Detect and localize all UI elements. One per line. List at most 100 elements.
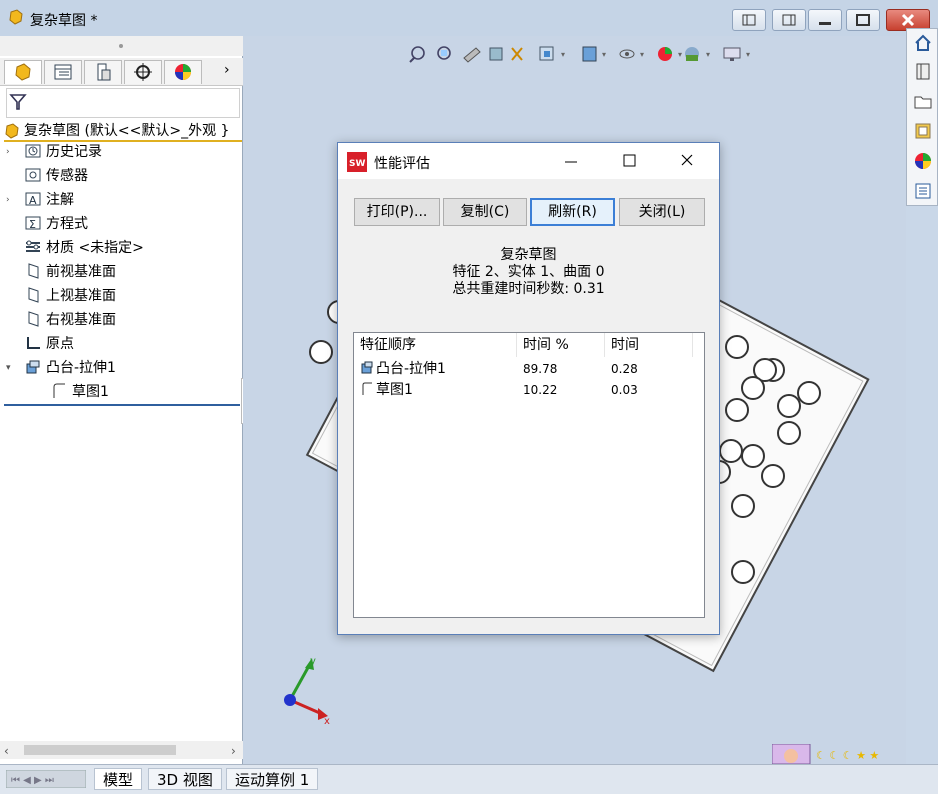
y-axis-label: y [310, 656, 316, 667]
rebuild-time: 总共重建时间秒数: 0.31 [452, 281, 605, 297]
tab-3d-view[interactable]: 3D 视图 [148, 768, 222, 790]
chevron-right-icon[interactable]: › [224, 62, 230, 78]
tree-item[interactable]: 原点 [24, 332, 74, 356]
appearances-icon[interactable] [913, 151, 933, 171]
column-header-percent[interactable]: 时间 % [517, 333, 605, 357]
tree-item-label: 右视基准面 [46, 312, 116, 328]
tree-item[interactable]: ▾ 凸台-拉伸1 [6, 356, 116, 380]
chevron-right-icon[interactable]: › [6, 188, 10, 212]
tree-item[interactable]: 右视基准面 [24, 308, 116, 332]
tile-right-button[interactable] [772, 9, 806, 31]
tree-item[interactable]: 传感器 [24, 164, 88, 188]
tab-feature-manager[interactable] [4, 60, 42, 84]
part-icon [9, 9, 23, 25]
tree-item-label: 前视基准面 [46, 264, 116, 280]
tab-model[interactable]: 模型 [94, 768, 143, 790]
tree-item[interactable]: 材质 <未指定> [24, 236, 144, 260]
equation-icon: Σ [24, 216, 46, 232]
svg-text:›: › [231, 744, 236, 758]
svg-text:⏮ ◀ ▶ ⏭: ⏮ ◀ ▶ ⏭ [11, 775, 54, 786]
table-row[interactable]: 凸台-拉伸1 89.78 0.28 [354, 358, 704, 378]
filter-icon [9, 94, 27, 110]
panel-tabs: › [0, 58, 243, 86]
crosshair-icon [134, 63, 152, 81]
view-palette-icon[interactable] [913, 121, 933, 141]
copy-button[interactable]: 复制(C) [443, 198, 527, 226]
dialog-close-button[interactable] [674, 151, 700, 171]
tab-motion-study[interactable]: 运动算例 1 [226, 768, 319, 790]
row-time: 0.28 [611, 362, 638, 376]
table-row[interactable]: 草图1 10.22 0.03 [354, 379, 704, 399]
tree-item[interactable]: › A 注解 [6, 188, 74, 212]
origin-icon [24, 336, 46, 352]
extrude-icon [24, 360, 46, 376]
tab-configuration-manager[interactable] [84, 60, 122, 84]
close-button[interactable]: 关闭(L) [619, 198, 705, 226]
column-header-feature[interactable]: 特征顺序 [354, 333, 517, 357]
dialog-maximize-button[interactable] [616, 151, 642, 171]
part-icon [5, 122, 19, 139]
tab-property-manager[interactable] [44, 60, 82, 84]
tree-item-label: 注解 [46, 192, 74, 208]
task-pane-tabs [906, 28, 938, 206]
column-header-time[interactable]: 时间 [605, 333, 693, 357]
tab-scroll-buttons[interactable]: ⏮ ◀ ▶ ⏭ [5, 769, 87, 789]
row-time: 0.03 [611, 383, 638, 397]
history-icon [24, 144, 46, 160]
tree-root[interactable]: 复杂草图 (默认<<默认>_外观 } [4, 120, 242, 142]
chevron-down-icon[interactable]: ▾ [6, 356, 11, 380]
solidworks-logo-icon: SW [347, 152, 367, 172]
property-manager-icon [54, 64, 72, 80]
tree-item[interactable]: 前视基准面 [24, 260, 116, 284]
rollback-bar[interactable] [4, 404, 240, 406]
design-library-icon[interactable] [913, 61, 933, 81]
plane-icon [24, 287, 46, 304]
custom-properties-icon[interactable] [913, 181, 933, 201]
svg-text:Σ: Σ [29, 218, 36, 231]
tree-item-label: 材质 <未指定> [46, 240, 144, 256]
tab-dimxpert-manager[interactable] [124, 60, 162, 84]
dialog-minimize-button[interactable] [558, 151, 584, 171]
tree-item-label: 原点 [46, 336, 74, 352]
restore-button[interactable] [846, 9, 880, 31]
svg-text:SW: SW [349, 159, 365, 169]
home-icon[interactable] [913, 33, 933, 53]
tree-item[interactable]: 草图1 [50, 380, 109, 404]
minimize-button[interactable] [808, 9, 842, 31]
tab-display-manager[interactable] [164, 60, 202, 84]
tree-filter[interactable] [6, 88, 240, 118]
tree-item-label: 传感器 [46, 168, 88, 184]
tree-item[interactable]: Σ 方程式 [24, 212, 88, 236]
row-percent: 89.78 [523, 362, 558, 376]
svg-text:☾ ☾ ☾ ★ ★: ☾ ☾ ☾ ★ ★ [816, 749, 879, 762]
tree-root-label: 复杂草图 (默认<<默认>_外观 } [24, 123, 230, 139]
annotation-icon: A [24, 192, 46, 208]
tree-item[interactable]: 上视基准面 [24, 284, 116, 308]
sketch-icon [50, 383, 72, 400]
tree-item-label: 方程式 [46, 216, 88, 232]
svg-text:A: A [29, 194, 37, 207]
panel-grip[interactable] [0, 36, 243, 56]
svg-text:‹: ‹ [4, 744, 9, 758]
plane-icon [24, 311, 46, 328]
tree-item[interactable]: › 历史记录 [6, 140, 102, 164]
file-explorer-icon[interactable] [913, 91, 933, 111]
tree-item-label: 草图1 [72, 384, 109, 400]
tile-left-button[interactable] [732, 9, 766, 31]
row-feature: 草图1 [376, 382, 413, 398]
feature-manager-panel: › 复杂草图 (默认<<默认>_外观 } › 历史记录传感器 › A 注解 Σ 方程式材质 … [0, 36, 243, 764]
plane-icon [24, 263, 46, 280]
status-decoration: ☾ ☾ ☾ ★ ★ [771, 743, 892, 765]
feature-manager-icon [15, 63, 31, 81]
dialog-title: 性能评估 [374, 156, 430, 172]
tree-item-label: 历史记录 [46, 144, 102, 160]
tree-item-label: 凸台-拉伸1 [46, 360, 116, 376]
performance-table: 特征顺序 时间 % 时间 凸台-拉伸1 89.78 0.28 草图1 10.22… [353, 332, 705, 618]
dialog-title-bar: SW 性能评估 [338, 143, 719, 179]
print-button[interactable]: 打印(P)... [354, 198, 440, 226]
refresh-button[interactable]: 刷新(R) [530, 198, 615, 226]
horizontal-scrollbar[interactable]: ‹ › [0, 741, 243, 759]
sensor-icon [24, 168, 46, 184]
bottom-tab-bar: ⏮ ◀ ▶ ⏭ 模型 3D 视图 运动算例 1 [0, 764, 938, 794]
chevron-right-icon[interactable]: › [6, 140, 10, 164]
